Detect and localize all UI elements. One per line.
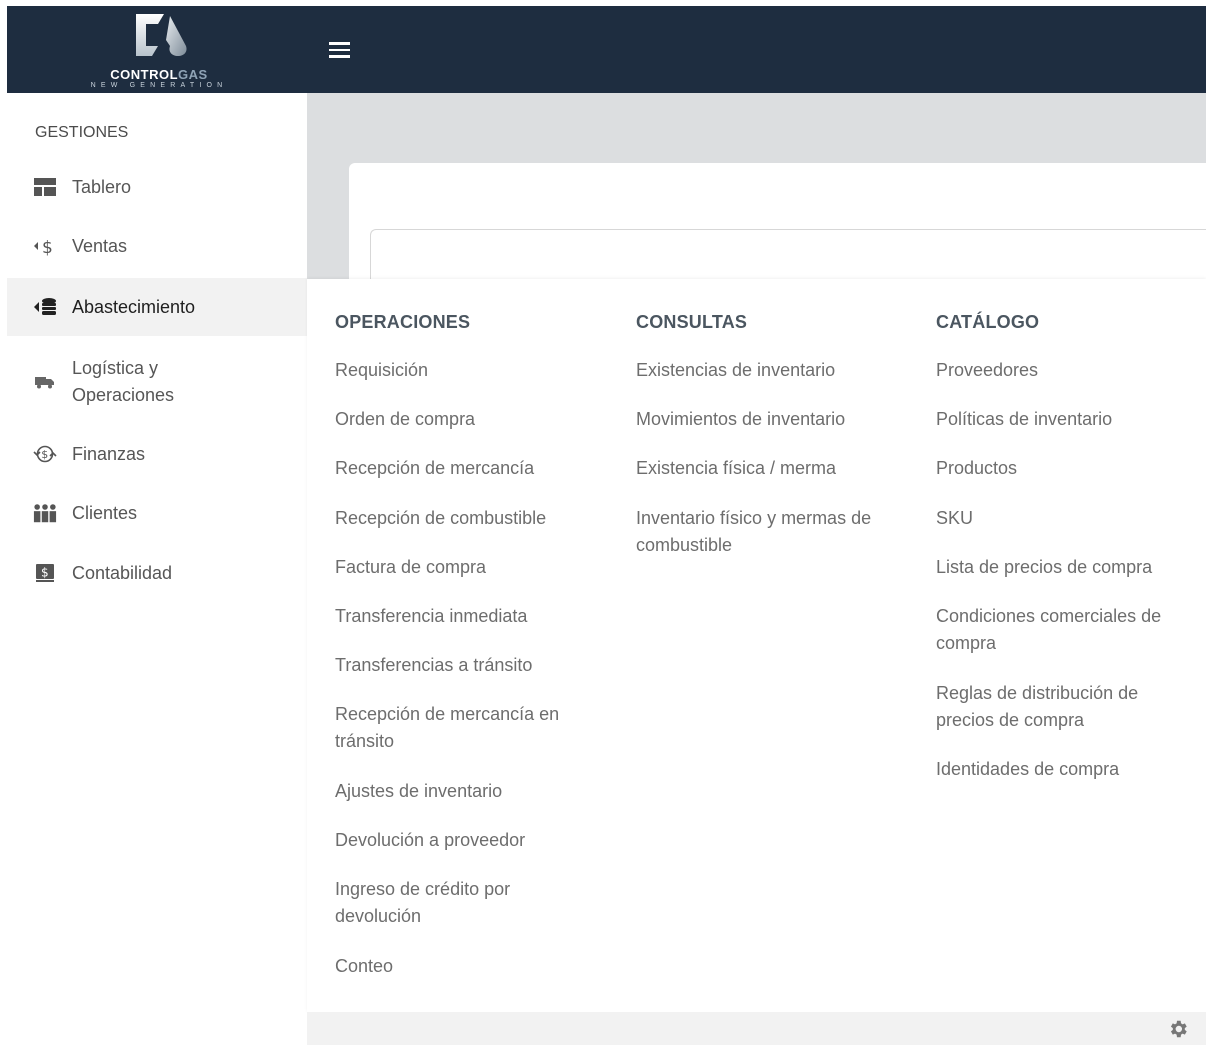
menu-link-sku[interactable]: SKU xyxy=(936,505,1206,532)
menu-link-existencia-fisica-merma[interactable]: Existencia física / merma xyxy=(636,455,906,482)
sidebar-item-tablero[interactable]: Tablero xyxy=(7,158,307,216)
menu-link-factura-de-compra[interactable]: Factura de compra xyxy=(335,554,605,581)
sidebar-item-ventas[interactable]: $ Ventas xyxy=(7,217,307,275)
menu-link-inventario-fisico-mermas[interactable]: Inventario físico y mermas de combustibl… xyxy=(636,505,881,559)
hamburger-menu-icon[interactable] xyxy=(329,39,355,61)
supply-database-icon xyxy=(33,295,57,319)
menu-link-conteo[interactable]: Conteo xyxy=(335,953,605,980)
menu-link-transferencias-transito[interactable]: Transferencias a tránsito xyxy=(335,652,605,679)
menu-column-title: CATÁLOGO xyxy=(936,312,1040,332)
sidebar-item-finanzas[interactable]: $ Finanzas xyxy=(7,425,307,483)
menu-link-productos[interactable]: Productos xyxy=(936,455,1206,482)
menu-column-title: CONSULTAS xyxy=(636,312,748,332)
finance-exchange-icon: $ xyxy=(33,442,57,466)
menu-link-requisicion[interactable]: Requisición xyxy=(335,357,605,384)
customers-icon xyxy=(33,501,57,525)
controlgas-logo[interactable]: CONTROLGAS NEW GENERATION xyxy=(83,12,235,92)
menu-link-recepcion-mercancia-transito[interactable]: Recepción de mercancía en tránsito xyxy=(335,701,590,755)
gear-icon[interactable] xyxy=(1167,1018,1189,1040)
sidebar-item-label: Abastecimiento xyxy=(72,296,196,317)
menu-link-ingreso-credito-devolucion[interactable]: Ingreso de crédito por devolución xyxy=(335,876,545,930)
menu-link-transferencia-inmediata[interactable]: Transferencia inmediata xyxy=(335,603,605,630)
svg-text:$: $ xyxy=(41,566,49,580)
truck-icon xyxy=(33,370,57,394)
svg-text:$: $ xyxy=(41,448,48,461)
accounting-icon: $ xyxy=(33,561,57,585)
sidebar-heading: GESTIONES xyxy=(35,124,129,141)
sidebar: GESTIONES Tablero $ Ventas Abastecimient… xyxy=(7,93,307,1045)
sidebar-item-abastecimiento[interactable]: Abastecimiento xyxy=(7,278,307,336)
dashboard-icon xyxy=(33,175,57,199)
sidebar-item-clientes[interactable]: Clientes xyxy=(7,484,307,542)
top-bar: CONTROLGAS NEW GENERATION xyxy=(7,6,1206,93)
abastecimiento-mega-menu: OPERACIONES Requisición Orden de compra … xyxy=(307,279,1206,1012)
menu-link-reglas-distribucion[interactable]: Reglas de distribución de precios de com… xyxy=(936,680,1176,734)
menu-link-proveedores[interactable]: Proveedores xyxy=(936,357,1206,384)
menu-link-condiciones-comerciales[interactable]: Condiciones comerciales de compra xyxy=(936,603,1198,657)
menu-link-politicas-inventario[interactable]: Políticas de inventario xyxy=(936,406,1206,433)
sidebar-item-label: Finanzas xyxy=(72,443,146,464)
menu-link-movimientos-inventario[interactable]: Movimientos de inventario xyxy=(636,406,906,433)
sidebar-item-label: Ventas xyxy=(72,235,128,256)
sidebar-item-label: Logística y Operaciones xyxy=(72,358,175,405)
menu-link-recepcion-mercancia[interactable]: Recepción de mercancía xyxy=(335,455,605,482)
logo-mark-icon xyxy=(136,14,187,56)
sidebar-item-logistica[interactable]: Logística y Operaciones xyxy=(7,351,307,413)
sidebar-item-label: Tablero xyxy=(72,176,132,197)
footer-bar xyxy=(307,1012,1206,1045)
menu-column-title: OPERACIONES xyxy=(335,312,471,332)
logo-tagline: NEW GENERATION xyxy=(90,82,228,89)
svg-text:$: $ xyxy=(42,238,53,256)
menu-link-orden-de-compra[interactable]: Orden de compra xyxy=(335,406,605,433)
menu-link-recepcion-combustible[interactable]: Recepción de combustible xyxy=(335,505,605,532)
menu-link-ajustes-inventario[interactable]: Ajustes de inventario xyxy=(335,778,605,805)
inner-panel xyxy=(370,229,1206,279)
menu-link-identidades-compra[interactable]: Identidades de compra xyxy=(936,756,1206,783)
logo-text: CONTROLGAS xyxy=(110,67,208,82)
menu-link-devolucion-proveedor[interactable]: Devolución a proveedor xyxy=(335,827,605,854)
menu-link-lista-precios-compra[interactable]: Lista de precios de compra xyxy=(936,554,1206,581)
menu-link-existencias-inventario[interactable]: Existencias de inventario xyxy=(636,357,906,384)
sidebar-item-label: Clientes xyxy=(72,502,138,523)
sidebar-item-label: Contabilidad xyxy=(72,562,173,583)
sales-dollar-icon: $ xyxy=(33,234,57,258)
sidebar-item-contabilidad[interactable]: $ Contabilidad xyxy=(7,544,307,602)
